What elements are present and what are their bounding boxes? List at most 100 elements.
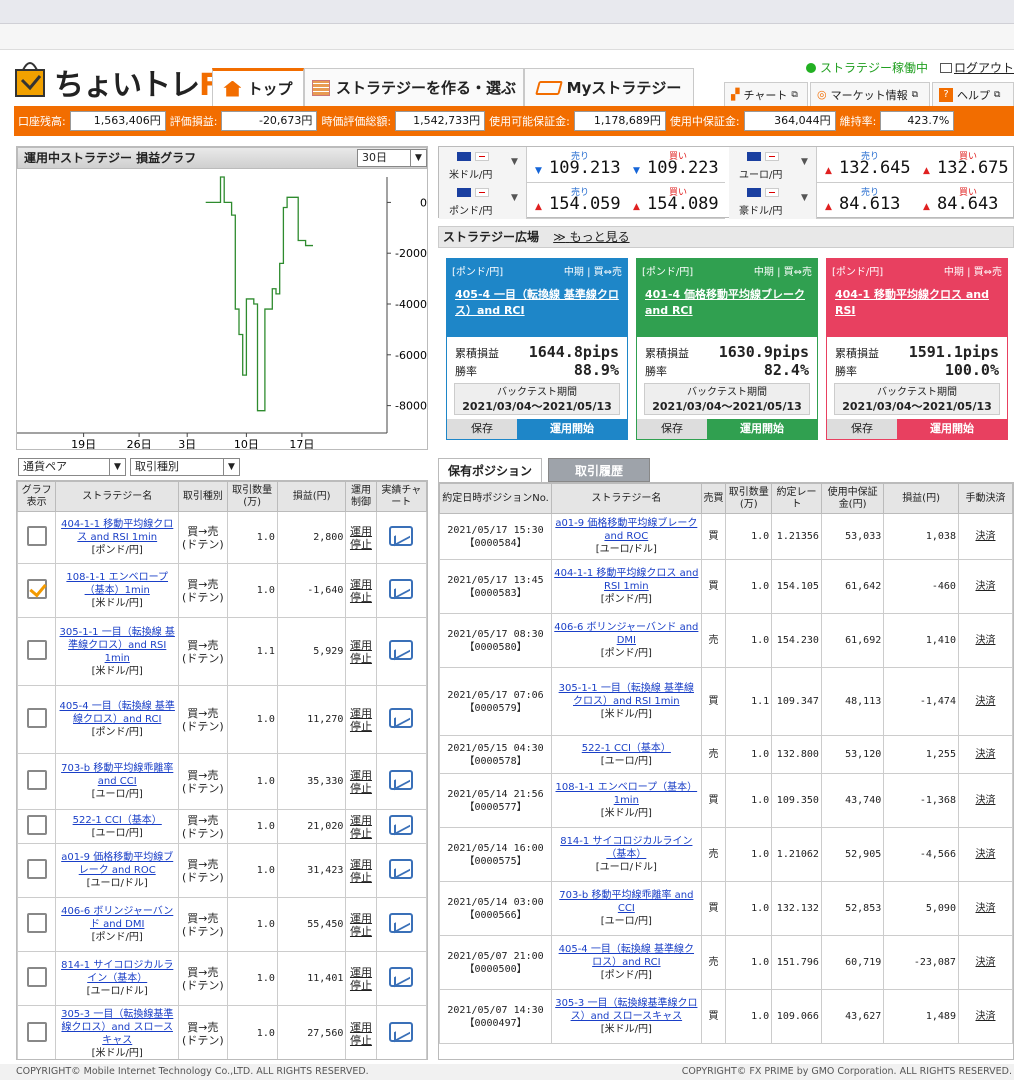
card-start-button[interactable]: 運用開始 (707, 419, 817, 439)
performance-chart-icon[interactable] (389, 639, 414, 660)
logout-link[interactable]: ログアウト (939, 59, 1014, 76)
card-strategy-link[interactable]: 405-4 一目（転換線 基準線クロス）and RCI (447, 281, 627, 337)
card-save-button[interactable]: 保存 (637, 419, 707, 439)
strategy-name-link[interactable]: 305-1-1 一目（転換線 基準線クロス）and RSI 1min (60, 627, 175, 664)
stop-strategy-link[interactable]: 運用停止 (350, 858, 372, 884)
performance-chart-icon[interactable] (389, 814, 414, 835)
graph-checkbox[interactable] (26, 1021, 47, 1042)
strategy-name-link[interactable]: 404-1-1 移動平均線クロス and RSI 1min (554, 568, 698, 592)
trade-qty: 1.0 (725, 827, 773, 882)
stop-strategy-link[interactable]: 運用停止 (350, 912, 372, 938)
bid-box[interactable]: 売り ▲ 84.613 (821, 183, 917, 219)
tab-history[interactable]: 取引履歴 (548, 458, 650, 482)
graph-checkbox[interactable] (26, 525, 47, 546)
tab-positions[interactable]: 保有ポジション (438, 458, 542, 482)
strategy-name-link[interactable]: 305-1-1 一目（転換線 基準線クロス）and RSI 1min (559, 683, 694, 707)
stop-strategy-link[interactable]: 運用停止 (350, 966, 372, 992)
strategy-name-link[interactable]: 703-b 移動平均線乖離率 and CCI (61, 763, 173, 787)
ask-box[interactable]: 買い ▼ 109.223 (629, 147, 725, 183)
graph-checkbox[interactable] (26, 814, 47, 835)
graph-checkbox[interactable] (26, 639, 47, 660)
strategy-name-link[interactable]: 406-6 ボリンジャーバンド and DMI (61, 906, 173, 930)
settle-link[interactable]: 決済 (975, 581, 995, 592)
strategy-name-link[interactable]: 405-4 一目（転換線 基準線クロス）and RCI (60, 701, 175, 725)
more-link[interactable]: ≫ もっと見る (553, 230, 629, 244)
stop-strategy-link[interactable]: 運用停止 (350, 525, 372, 551)
performance-chart-icon[interactable] (389, 966, 414, 987)
strategy-name-link[interactable]: 305-3 一目（転換線基準線クロス）and スロースキャス (61, 1009, 173, 1046)
settle-link[interactable]: 決済 (975, 635, 995, 646)
bid-box[interactable]: 売り ▲ 132.645 (821, 147, 917, 183)
ask-box[interactable]: 買い ▲ 84.643 (919, 183, 1014, 219)
strategy-name-link[interactable]: 108-1-1 エンベロープ（基本）1min (66, 572, 168, 596)
strategy-name-link[interactable]: 522-1 CCI（基本） (73, 815, 162, 826)
performance-chart-icon[interactable] (389, 858, 414, 879)
card-save-button[interactable]: 保存 (827, 419, 897, 439)
stop-strategy-link[interactable]: 運用停止 (350, 814, 372, 840)
strategy-name-link[interactable]: 305-3 一目（転換線基準線クロス）and スロースキャス (555, 998, 697, 1022)
graph-checkbox[interactable] (26, 966, 47, 987)
performance-chart-icon[interactable] (389, 707, 414, 728)
strategy-name-link[interactable]: 404-1-1 移動平均線クロス and RSI 1min (61, 519, 173, 543)
stop-strategy-link[interactable]: 運用停止 (350, 1021, 372, 1047)
trade-side: 買 (700, 667, 727, 736)
table-row: 814-1 サイコロジカルライン（基本） [ユーロ/ドル] 買→売(ドテン) 1.0 1… (17, 951, 427, 1006)
pair-selector[interactable]: ユーロ/円 ▼ (729, 147, 817, 183)
strategy-name-link[interactable]: a01-9 価格移動平均線ブレーク and ROC (61, 852, 173, 876)
card-start-button[interactable]: 運用開始 (517, 419, 627, 439)
settle-link[interactable]: 決済 (975, 795, 995, 806)
graph-toggle-cell (17, 685, 57, 754)
settle-link[interactable]: 決済 (975, 696, 995, 707)
card-strategy-link[interactable]: 404-1 移動平均線クロス and RSI (827, 281, 1007, 337)
card-start-button[interactable]: 運用開始 (897, 419, 1007, 439)
performance-chart-icon[interactable] (389, 578, 414, 599)
graph-checkbox[interactable] (26, 912, 47, 933)
bid-box[interactable]: 売り ▼ 109.213 (531, 147, 627, 183)
settle-link[interactable]: 決済 (975, 849, 995, 860)
period-select[interactable]: 30日 ▼ (357, 149, 427, 167)
help-link[interactable]: ? ヘルプ ⧉ (932, 82, 1014, 106)
settle-link[interactable]: 決済 (975, 903, 995, 914)
type-filter-select[interactable]: 取引種別 ▼ (130, 458, 240, 476)
tab-create-strategy[interactable]: ストラテジーを作る・選ぶ (304, 68, 524, 106)
strategy-name-link[interactable]: 703-b 移動平均線乖離率 and CCI (559, 890, 693, 914)
pair-selector[interactable]: 米ドル/円 ▼ (439, 147, 527, 183)
strategy-name-link[interactable]: 814-1 サイコロジカルライン（基本） (560, 836, 692, 860)
settle-link[interactable]: 決済 (975, 531, 995, 542)
ask-box[interactable]: 買い ▲ 154.089 (629, 183, 725, 219)
settle-link[interactable]: 決済 (975, 749, 995, 760)
tab-top[interactable]: トップ (212, 68, 304, 106)
graph-checkbox[interactable] (26, 578, 47, 599)
performance-chart-icon[interactable] (389, 912, 414, 933)
ask-box[interactable]: 買い ▲ 132.675 (919, 147, 1014, 183)
graph-checkbox[interactable] (26, 769, 47, 790)
strategy-name-cell: 305-3 一目（転換線基準線クロス）and スロースキャス [米ドル/円] (551, 989, 702, 1044)
bid-box[interactable]: 売り ▲ 154.059 (531, 183, 627, 219)
app-logo[interactable]: ちょいトレFX (14, 56, 242, 104)
performance-chart-icon[interactable] (389, 525, 414, 546)
pair-selector[interactable]: ポンド/円 ▼ (439, 183, 527, 219)
performance-chart-icon[interactable] (389, 769, 414, 790)
graph-checkbox[interactable] (26, 707, 47, 728)
strategy-name-link[interactable]: 406-6 ボリンジャーバンド and DMI (554, 622, 698, 646)
strategy-name-link[interactable]: 522-1 CCI（基本） (582, 743, 671, 754)
performance-chart-icon[interactable] (389, 1021, 414, 1042)
graph-checkbox[interactable] (26, 858, 47, 879)
market-info-link[interactable]: ◎ マーケット情報 ⧉ (810, 82, 930, 106)
stop-strategy-link[interactable]: 運用停止 (350, 639, 372, 665)
stop-strategy-link[interactable]: 運用停止 (350, 578, 372, 604)
chart-link[interactable]: ▞ チャート ⧉ (724, 82, 808, 106)
strategy-name-link[interactable]: 405-4 一目（転換線 基準線クロス）and RCI (559, 944, 694, 968)
pair-selector[interactable]: 豪ドル/円 ▼ (729, 183, 817, 219)
card-save-button[interactable]: 保存 (447, 419, 517, 439)
settle-link[interactable]: 決済 (975, 957, 995, 968)
pair-filter-select[interactable]: 通貨ペア ▼ (18, 458, 126, 476)
strategy-name-link[interactable]: 108-1-1 エンベロープ（基本）1min (556, 782, 698, 806)
card-strategy-link[interactable]: 401-4 価格移動平均線ブレーク and RCI (637, 281, 817, 337)
tab-my-strategy[interactable]: Myストラテジー (524, 68, 694, 106)
settle-link[interactable]: 決済 (975, 1011, 995, 1022)
strategy-name-link[interactable]: a01-9 価格移動平均線ブレーク and ROC (555, 518, 697, 542)
stop-strategy-link[interactable]: 運用停止 (350, 769, 372, 795)
strategy-name-link[interactable]: 814-1 サイコロジカルライン（基本） (61, 960, 173, 984)
stop-strategy-link[interactable]: 運用停止 (350, 707, 372, 733)
